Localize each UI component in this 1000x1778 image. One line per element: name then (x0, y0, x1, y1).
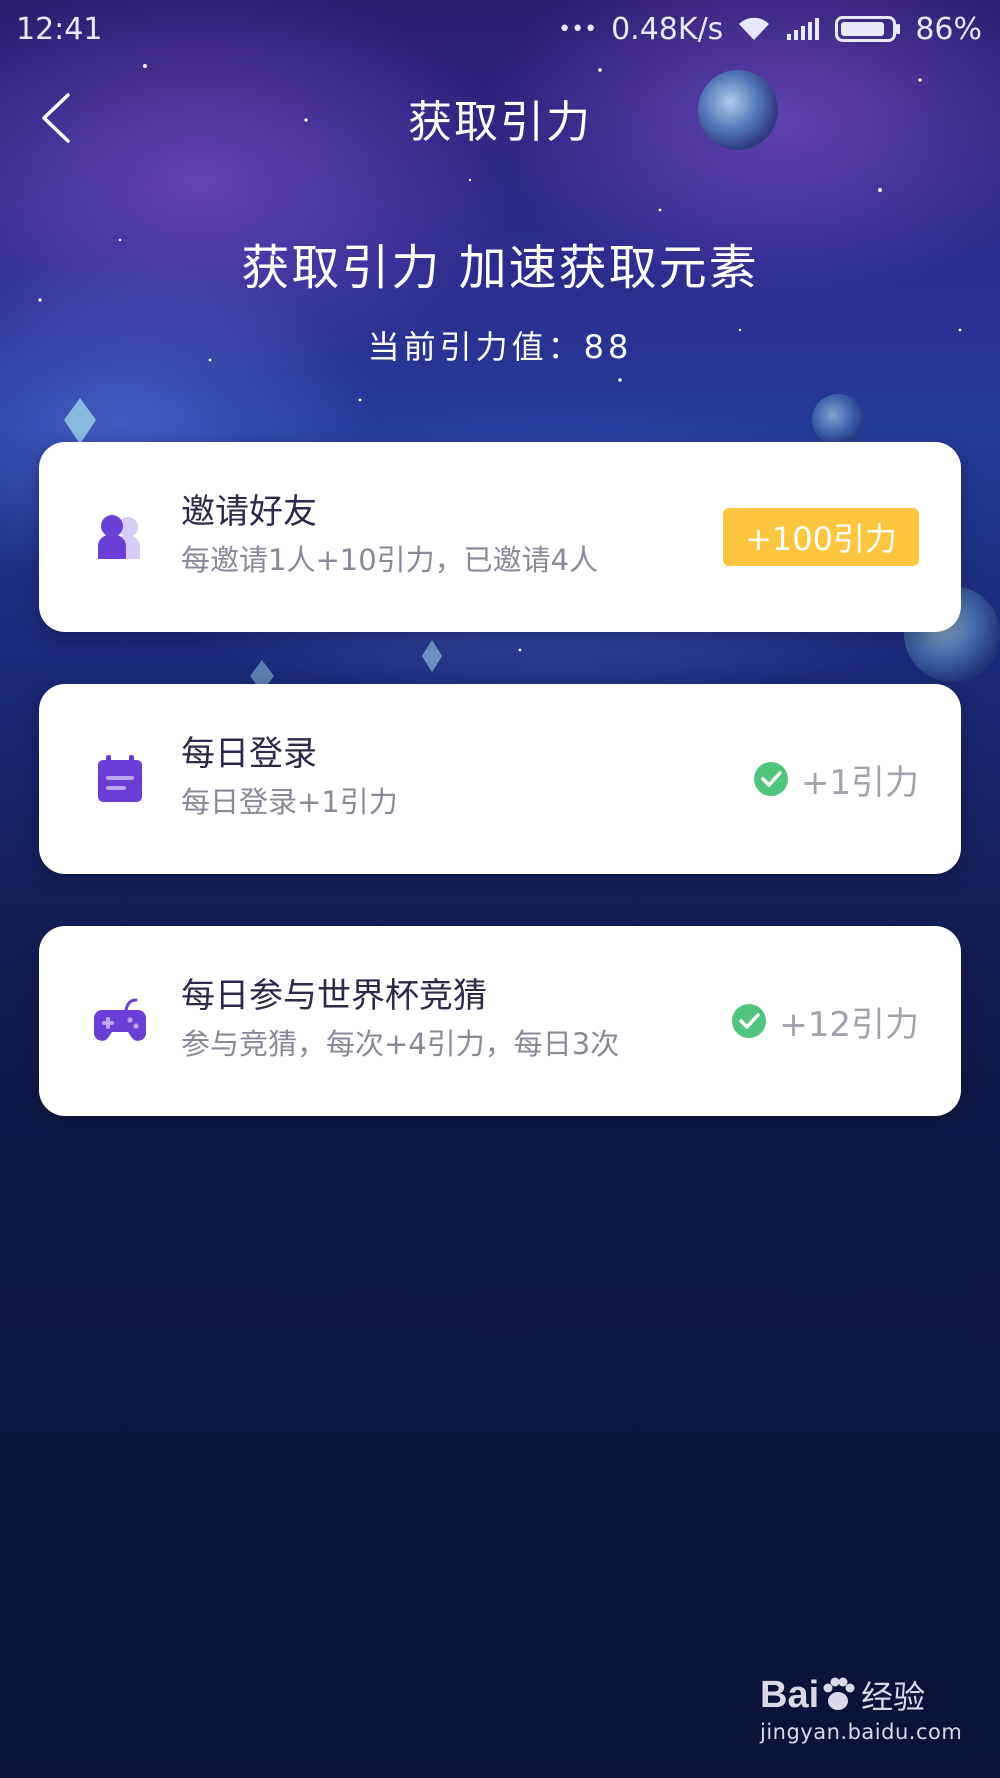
status-indicators: ••• 0.48K/s 86% (558, 12, 982, 47)
hero-title: 获取引力 加速获取元素 (241, 240, 759, 296)
baidu-jingyan-watermark: Bai 经验 jingyan.baidu.com (760, 1672, 980, 1752)
reward-status: +1引力 (753, 746, 919, 812)
signal-icon (787, 18, 820, 40)
reward-label: +1引力 (800, 762, 919, 803)
task-card-worldcup-quiz[interactable]: 每日参与世界杯竞猜 参与竞猜，每次+4引力，每日3次 +12引力 (39, 926, 961, 1116)
claim-reward-button[interactable]: +100引力 (723, 508, 919, 566)
task-card-invite[interactable]: 邀请好友 每邀请1人+10引力，已邀请4人 +100引力 (39, 442, 961, 632)
page-title: 获取引力 (408, 97, 592, 148)
reward-label: +12引力 (779, 1004, 919, 1045)
more-dots: ••• (558, 16, 598, 42)
task-title: 每日登录 (181, 734, 317, 774)
users-icon (91, 508, 149, 566)
watermark-url: jingyan.baidu.com (760, 1720, 963, 1744)
battery-icon (835, 16, 901, 42)
watermark-logo-text: Bai (760, 1673, 820, 1716)
status-time: 12:41 (16, 11, 103, 47)
nav-bar: 获取引力 (0, 78, 1000, 158)
gamepad-icon (91, 992, 149, 1050)
reward-status: +12引力 (731, 988, 919, 1054)
task-description: 参与竞猜，每次+4引力，每日3次 (181, 1027, 620, 1061)
task-description: 每邀请1人+10引力，已邀请4人 (181, 543, 599, 577)
task-title: 邀请好友 (181, 492, 317, 532)
battery-percent: 86% (915, 11, 982, 47)
gravity-value: 当前引力值：88 (367, 328, 633, 366)
wifi-icon (739, 17, 770, 40)
task-description: 每日登录+1引力 (181, 785, 398, 819)
network-speed: 0.48K/s (611, 11, 724, 47)
check-circle-icon (732, 1004, 767, 1038)
watermark-suffix: 经验 (861, 1679, 926, 1715)
task-title: 每日参与世界杯竞猜 (181, 976, 487, 1016)
back-button[interactable] (28, 88, 84, 148)
chevron-left-icon (42, 93, 70, 143)
paw-icon (823, 1677, 855, 1710)
task-card-daily-login[interactable]: 每日登录 每日登录+1引力 +1引力 (39, 684, 961, 874)
check-circle-icon (753, 762, 788, 796)
status-bar: 12:41 ••• 0.48K/s 86% (0, 0, 1000, 58)
calendar-icon (91, 750, 149, 808)
